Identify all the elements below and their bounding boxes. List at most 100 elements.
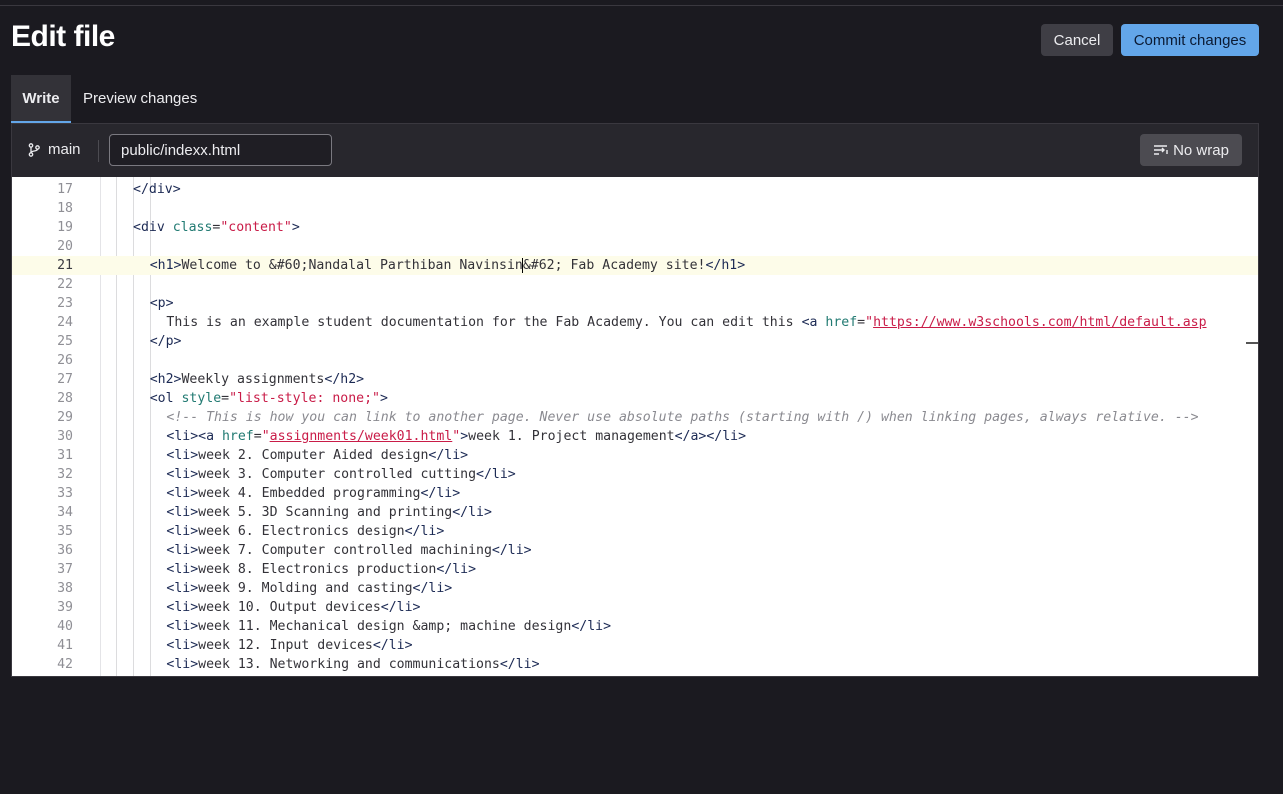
code-token: <li> xyxy=(166,562,199,577)
code-text: <li>week 3. Computer controlled cutting<… xyxy=(166,465,515,484)
code-line[interactable]: 21 <h1>Welcome to &#60;Nandalal Parthiban… xyxy=(12,256,1258,275)
code-line[interactable]: 37 <li>week 8. Electronics production</li… xyxy=(12,560,1258,579)
code-line[interactable]: 32 <li>week 3. Computer controlled cuttin… xyxy=(12,465,1258,484)
code-line[interactable]: 41 <li>week 12. Input devices</li> xyxy=(12,636,1258,655)
code-line[interactable]: 23 <p> xyxy=(12,294,1258,313)
no-wrap-button[interactable]: No wrap xyxy=(1140,134,1242,166)
code-token: week 5. 3D Scanning and printing xyxy=(198,505,453,520)
commit-changes-button[interactable]: Commit changes xyxy=(1121,24,1259,56)
code-line[interactable]: 39 <li>week 10. Output devices</li> xyxy=(12,598,1258,617)
code-token: </li> xyxy=(404,524,445,539)
code-text: <li>week 7. Computer controlled machinin… xyxy=(166,541,531,560)
code-token: = xyxy=(253,429,262,444)
editor-header: main No wrap xyxy=(11,123,1259,177)
line-number: 27 xyxy=(57,372,73,387)
code-token: = xyxy=(221,391,230,406)
line-number: 42 xyxy=(57,657,73,672)
code-token: week 4. Embedded programming xyxy=(198,486,421,501)
code-token: <li> xyxy=(166,600,199,615)
line-number: 29 xyxy=(57,410,73,425)
code-line[interactable]: 22 xyxy=(12,275,1258,294)
line-number: 34 xyxy=(57,505,73,520)
line-number: 25 xyxy=(57,334,73,349)
code-token: </div> xyxy=(133,182,181,197)
code-text: </div> xyxy=(133,180,181,199)
code-text: <li>week 10. Output devices</li> xyxy=(166,598,420,617)
code-token: week 9. Molding and casting xyxy=(198,581,413,596)
tab-write[interactable]: Write xyxy=(11,75,71,123)
code-token: </p> xyxy=(149,334,182,349)
code-token: <li> xyxy=(166,657,199,672)
code-token: <div xyxy=(133,220,173,235)
code-line[interactable]: 28 <ol style="list-style: none;"> xyxy=(12,389,1258,408)
code-line[interactable]: 29 <!-- This is how you can link to anoth… xyxy=(12,408,1258,427)
code-text: <li>week 5. 3D Scanning and printing</li… xyxy=(166,503,492,522)
line-number: 17 xyxy=(57,182,73,197)
code-token: class xyxy=(172,220,213,235)
code-token: <!-- This is how you can link to another… xyxy=(166,410,1199,425)
code-line[interactable]: 31 <li>week 2. Computer Aided design</li> xyxy=(12,446,1258,465)
tab-preview-changes[interactable]: Preview changes xyxy=(71,75,209,123)
code-token: <li> xyxy=(166,581,199,596)
filename-input[interactable] xyxy=(109,134,332,166)
code-token: <ol xyxy=(149,391,182,406)
code-token: <li> xyxy=(166,486,199,501)
code-token: <li> xyxy=(166,467,199,482)
code-token: week 3. Computer controlled cutting xyxy=(198,467,477,482)
code-line[interactable]: 19 <div class="content"> xyxy=(12,218,1258,237)
cancel-button[interactable]: Cancel xyxy=(1041,24,1113,56)
line-number: 31 xyxy=(57,448,73,463)
code-token: week 11. Mechanical design &amp; machine… xyxy=(198,619,572,634)
code-token: <p> xyxy=(149,296,174,311)
code-line[interactable]: 17 </div> xyxy=(12,180,1258,199)
line-number: 32 xyxy=(57,467,73,482)
code-line[interactable]: 34 <li>week 5. 3D Scanning and printing</… xyxy=(12,503,1258,522)
code-token: Weekly assignments xyxy=(181,372,325,387)
editor-tabs: Write Preview changes xyxy=(11,75,209,123)
code-line[interactable]: 30 <li><a href="assignments/week01.html">… xyxy=(12,427,1258,446)
no-wrap-label: No wrap xyxy=(1173,141,1229,159)
line-number: 36 xyxy=(57,543,73,558)
code-line[interactable]: 42 <li>week 13. Networking and communicat… xyxy=(12,655,1258,674)
code-line[interactable]: 40 <li>week 11. Mechanical design &amp; m… xyxy=(12,617,1258,636)
code-token: <li> xyxy=(166,448,199,463)
code-text: <!-- This is how you can link to another… xyxy=(166,408,1198,427)
code-line[interactable]: 20 xyxy=(12,237,1258,256)
code-token: " xyxy=(865,315,874,330)
code-text: <li>week 9. Molding and casting</li> xyxy=(166,579,452,598)
code-token: " xyxy=(261,429,270,444)
code-line[interactable]: 24 This is an example student documentati… xyxy=(12,313,1258,332)
code-line[interactable]: 18 xyxy=(12,199,1258,218)
code-text: <li>week 4. Embedded programming</li> xyxy=(166,484,460,503)
code-token: <li> xyxy=(166,543,199,558)
code-text: <div class="content"> xyxy=(133,218,300,237)
page-title: Edit file xyxy=(11,20,115,53)
code-line[interactable]: 27 <h2>Weekly assignments</h2> xyxy=(12,370,1258,389)
code-token: </li> xyxy=(372,638,413,653)
code-token: week 12. Input devices xyxy=(198,638,373,653)
code-line[interactable]: 35 <li>week 6. Electronics design</li> xyxy=(12,522,1258,541)
code-text: <li>week 6. Electronics design</li> xyxy=(166,522,444,541)
code-token: </li> xyxy=(420,486,461,501)
code-token: week 13. Networking and communications xyxy=(198,657,500,672)
code-token: week 1. Project management xyxy=(468,429,675,444)
code-text: <li>week 8. Electronics production</li> xyxy=(166,560,476,579)
code-token: https://www.w3schools.com/html/default.a… xyxy=(873,315,1207,330)
code-text: <li>week 13. Networking and communicatio… xyxy=(166,655,539,674)
code-token: <a xyxy=(801,315,826,330)
code-token: &#62; Fab Academy site! xyxy=(522,258,706,273)
line-number: 41 xyxy=(57,638,73,653)
code-text: <h1>Welcome to &#60;Nandalal Parthiban N… xyxy=(150,256,745,275)
code-token: </li> xyxy=(476,467,516,482)
code-token: <li> xyxy=(166,638,199,653)
code-text: <li>week 12. Input devices</li> xyxy=(166,636,412,655)
code-token: This is an example student documentation… xyxy=(166,315,802,330)
branch-selector[interactable]: main xyxy=(28,141,81,158)
code-line[interactable]: 26 xyxy=(12,351,1258,370)
code-line[interactable]: 38 <li>week 9. Molding and casting</li> xyxy=(12,579,1258,598)
code-token: week 7. Computer controlled machining xyxy=(198,543,492,558)
code-line[interactable]: 25 </p> xyxy=(12,332,1258,351)
code-line[interactable]: 33 <li>week 4. Embedded programming</li> xyxy=(12,484,1258,503)
code-editor[interactable]: 17 </div> 18 19 <div class="content"> 20 21 <h1… xyxy=(11,177,1259,677)
code-line[interactable]: 36 <li>week 7. Computer controlled machin… xyxy=(12,541,1258,560)
